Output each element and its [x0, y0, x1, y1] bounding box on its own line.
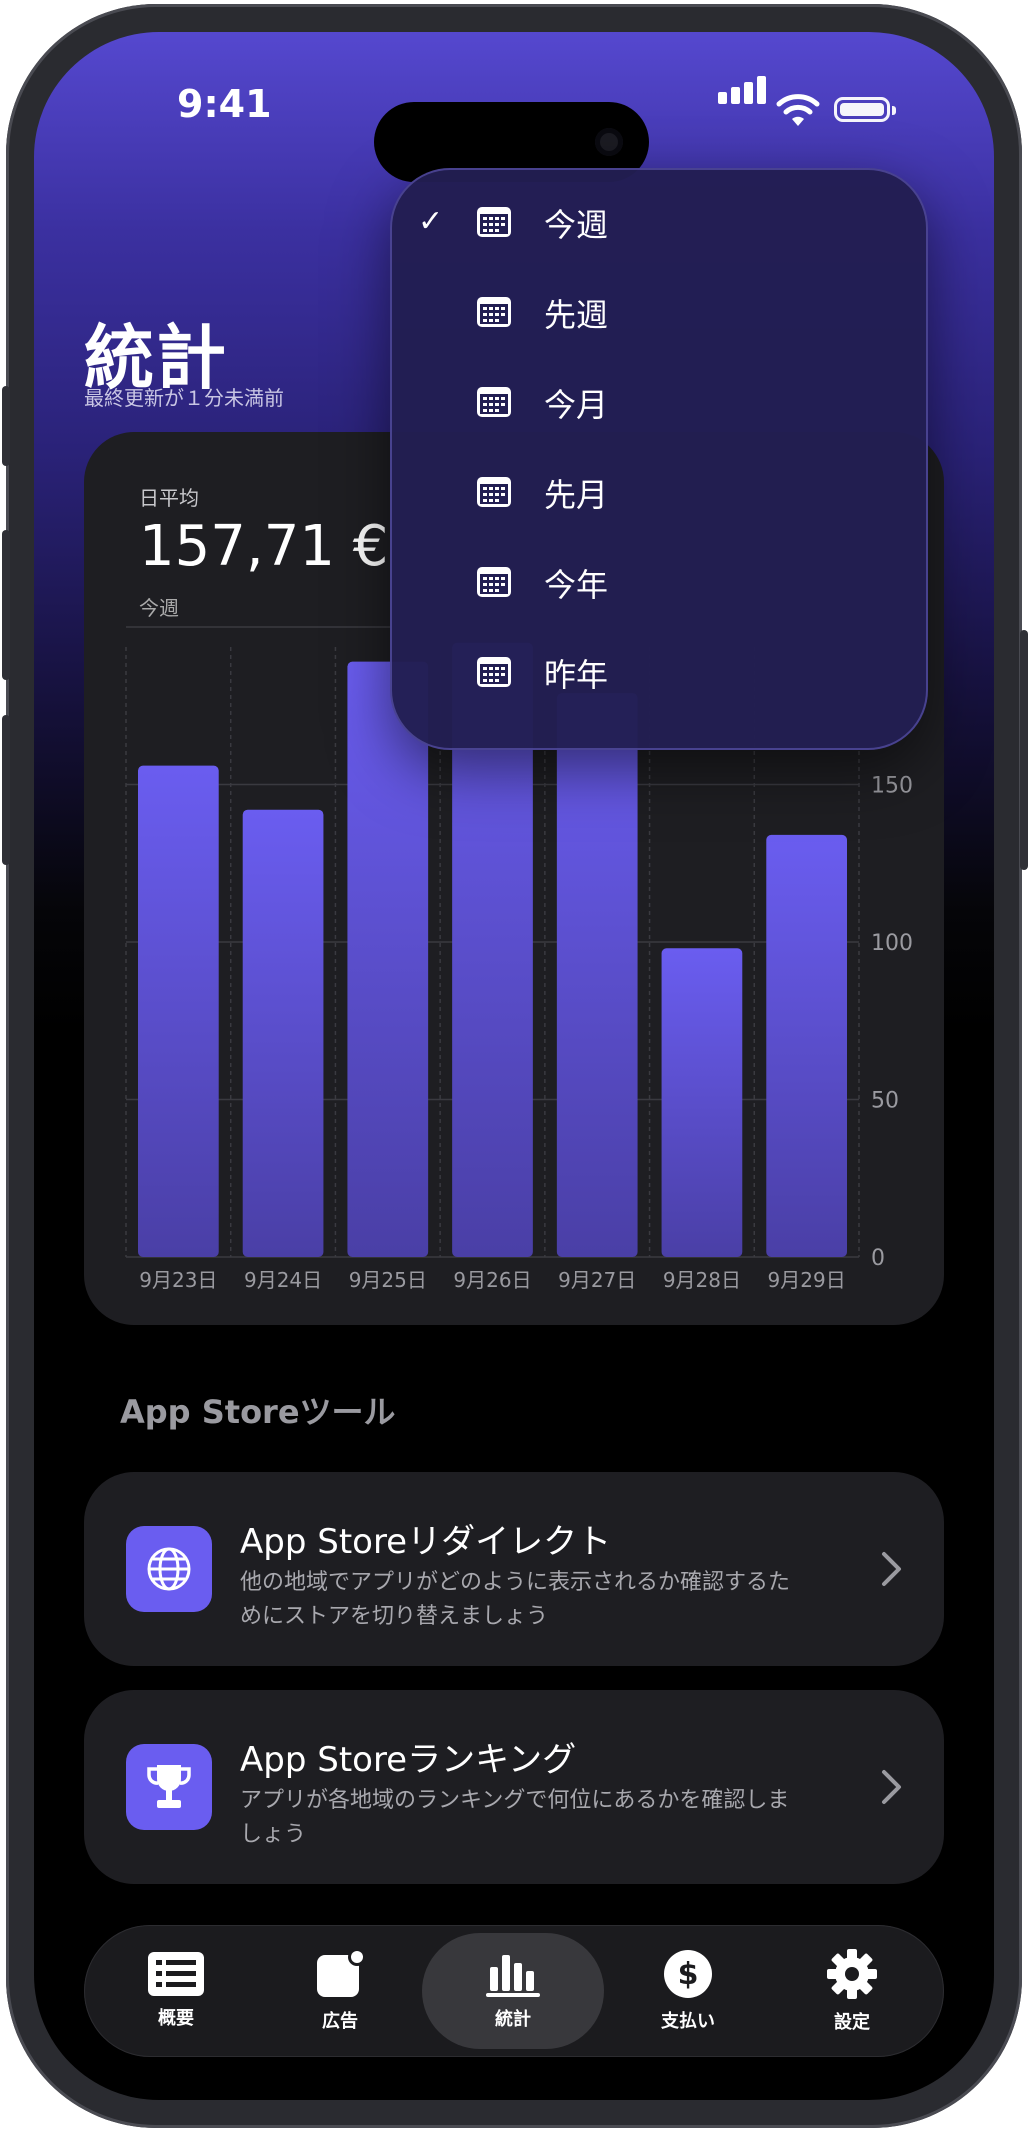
chevron-right-icon — [882, 1552, 901, 1586]
menu-item-last-month[interactable]: 先月 — [390, 448, 928, 538]
calendar-icon — [477, 297, 511, 327]
calendar-icon — [477, 657, 511, 687]
menu-item-this-month[interactable]: 今月 — [390, 358, 928, 448]
tab-label: 統計 — [495, 2009, 531, 2030]
status-bar: 9:41 — [34, 76, 994, 182]
battery-icon — [834, 97, 896, 122]
x-tick-label: 9月29日 — [768, 1268, 846, 1292]
volume-down-button — [2, 715, 10, 865]
x-tick-label: 9月23日 — [139, 1268, 217, 1292]
menu-item-last-week[interactable]: 先週 — [390, 268, 928, 358]
menu-item-label: 先週 — [544, 296, 609, 334]
period-dropdown-menu: ✓ 今週 先週 今月 先月 今年 昨年 — [390, 168, 928, 750]
menu-item-this-week[interactable]: ✓ 今週 — [390, 178, 928, 268]
x-tick-label: 9月28日 — [663, 1268, 741, 1292]
calendar-icon — [477, 477, 511, 507]
wifi-icon — [776, 94, 820, 126]
tab-ads[interactable]: 広告 — [258, 1925, 422, 2057]
bar — [242, 809, 324, 1257]
average-value: 157,71 € — [139, 514, 389, 579]
tab-label: 設定 — [834, 2012, 870, 2033]
trophy-icon — [126, 1744, 212, 1830]
bar — [556, 693, 638, 1257]
average-period: 今週 — [139, 596, 179, 620]
x-tick-label: 9月24日 — [244, 1268, 322, 1292]
dollar-icon: $ — [664, 1950, 712, 1998]
tab-bar: 概要 広告 統計 $ 支払い 設定 — [84, 1925, 944, 2057]
menu-item-label: 今月 — [544, 386, 609, 424]
menu-item-label: 今年 — [544, 566, 609, 604]
calendar-icon — [477, 207, 511, 237]
chevron-right-icon — [882, 1770, 901, 1804]
y-tick-label: 100 — [871, 931, 913, 956]
tab-settings[interactable]: 設定 — [770, 1925, 934, 2057]
power-button — [1020, 630, 1028, 870]
calendar-icon — [477, 567, 511, 597]
last-updated-text: 最終更新が１分未満前 — [84, 386, 284, 410]
app-store-ranking-row[interactable]: App Storeランキング アプリが各地域のランキングで何位にあるかを確認しま… — [84, 1690, 944, 1884]
tab-stats[interactable]: 統計 — [422, 1933, 604, 2049]
menu-item-label: 今週 — [544, 206, 609, 244]
screen: 9:41 統計 最終更新が１分未満前 0 50 100 150 9月23日 9月24日 9月… — [34, 32, 994, 2100]
menu-item-this-year[interactable]: 今年 — [390, 538, 928, 628]
camera-icon — [595, 128, 623, 156]
list-icon — [148, 1952, 204, 1996]
bar — [138, 765, 219, 1257]
tool-description: アプリが各地域のランキングで何位にあるかを確認しましょう — [240, 1788, 790, 1847]
svg-text:$: $ — [678, 1957, 699, 1992]
x-tick-label: 9月27日 — [558, 1268, 636, 1292]
gear-icon — [827, 1949, 877, 1999]
tool-title: App Storeリダイレクト — [240, 1522, 612, 1562]
bar — [347, 661, 429, 1257]
y-tick-label: 150 — [871, 774, 913, 799]
tab-label: 広告 — [322, 2011, 358, 2032]
tab-label: 支払い — [661, 2011, 715, 2032]
x-tick-label: 9月25日 — [349, 1268, 427, 1292]
bar — [661, 948, 743, 1257]
tab-payments[interactable]: $ 支払い — [606, 1925, 770, 2057]
tab-label: 概要 — [158, 2008, 194, 2029]
bar — [766, 834, 847, 1257]
y-tick-label: 0 — [871, 1246, 885, 1271]
tool-title: App Storeランキング — [240, 1740, 577, 1780]
x-tick-label: 9月26日 — [453, 1268, 531, 1292]
tool-description: 他の地域でアプリがどのように表示されるか確認するためにストアを切り替えましょう — [240, 1570, 791, 1629]
section-title-tools: App Storeツール — [120, 1393, 396, 1431]
menu-item-last-year[interactable]: 昨年 — [390, 628, 928, 718]
globe-icon — [126, 1526, 212, 1612]
y-tick-label: 50 — [871, 1089, 899, 1114]
volume-up-button — [2, 530, 10, 680]
status-time: 9:41 — [177, 82, 272, 126]
average-label: 日平均 — [139, 486, 199, 510]
chart-icon — [486, 1955, 540, 1997]
tab-overview[interactable]: 概要 — [94, 1925, 258, 2057]
menu-item-label: 先月 — [544, 476, 609, 514]
ads-icon — [317, 1949, 365, 1997]
menu-item-label: 昨年 — [544, 656, 609, 694]
app-store-redirect-row[interactable]: App Storeリダイレクト 他の地域でアプリがどのように表示されるか確認する… — [84, 1472, 944, 1666]
calendar-icon — [477, 387, 511, 417]
action-button — [2, 386, 10, 466]
checkmark-icon: ✓ — [418, 204, 444, 239]
